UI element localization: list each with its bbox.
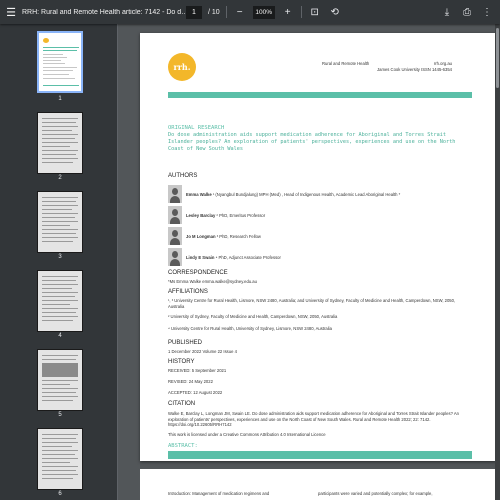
download-icon[interactable]: ⤓ [440,5,454,19]
affiliation-item: ¹, ³ University Centre for Rural Health,… [168,298,456,309]
author-name: Lesley Barclay [186,212,216,218]
author-detail: ¹ (Nyangbul Bundjalung) MPH (Med) , Head… [212,191,401,197]
document-title: RRH: Rural and Remote Health article: 71… [22,8,192,16]
fit-page-icon[interactable]: ⊡ [308,5,322,19]
affiliation-item: ² University of Sydney, Faculty of Medic… [168,314,338,319]
journal-logo: rrh. [168,53,196,81]
journal-header: Rural and Remote Health rrh.org.au James… [322,61,452,73]
thumbnail-page-number: 4 [58,333,62,339]
citation-heading: CITATION [168,401,196,407]
page-thumbnail[interactable] [37,112,83,174]
thumbnail-sidebar: 1 2 3 4 5 6 [0,24,118,500]
author-entry: Jo M Longman ³ PhD, Research Fellow [168,226,261,246]
pdf-toolbar: ☰ RRH: Rural and Remote Health article: … [0,0,500,24]
abstract-heading: ABSTRACT: [168,443,198,449]
rotate-icon[interactable]: ⟲ [328,5,342,19]
published-heading: PUBLISHED [168,340,203,346]
page-thumbnail[interactable] [37,270,83,332]
journal-name: Rural and Remote Health [322,61,370,66]
author-name: Lindy E Swain [186,254,215,260]
author-entry: Lindy E Swain ⁴ PhD, Adjunct Associate P… [168,247,281,267]
correspondence-text: *Ms Emma Walke emma.walke@sydney.edu.au [168,279,257,284]
thumbnail-page-number: 6 [58,491,62,497]
license-text[interactable]: This work is licensed under a Creative C… [168,432,468,438]
print-icon[interactable]: ⎙ [460,5,474,19]
abstract-bar [168,451,472,459]
author-entry: Emma Walke ¹ (Nyangbul Bundjalung) MPH (… [168,184,400,204]
page-thumbnail[interactable] [37,191,83,253]
main-scrollbar-track[interactable] [495,24,500,500]
toolbar-divider [300,6,302,18]
avatar [168,206,182,224]
more-options-icon[interactable]: ⋮ [480,5,494,19]
page2-text-right: participants were varied and potentially… [318,491,433,496]
pdf-page: rrh. Rural and Remote Health rrh.org.au … [140,33,496,461]
sidebar-scrollbar[interactable] [117,24,118,500]
history-heading: HISTORY [168,359,195,365]
page-thumbnail[interactable] [37,31,83,93]
author-detail: ² PhD, Emeritus Professor [216,212,266,218]
thumbnail-page-number: 3 [58,254,62,260]
author-detail: ³ PhD, Research Fellow [216,233,261,239]
published-text: 1 December 2022 Volume 22 Issue 4 [168,349,237,354]
correspondence-heading: CORRESPONDENCE [168,270,228,276]
author-detail: ⁴ PhD, Adjunct Associate Professor [215,254,281,260]
page-number-input[interactable]: 1 [186,5,202,19]
toolbar-divider [225,6,227,18]
thumbnail-page-number: 1 [58,96,62,102]
publisher-issn: James Cook University ISSN 1445-6354 [377,67,452,72]
page-thumbnail[interactable] [37,349,83,411]
avatar [168,227,182,245]
section-original-research: ORIGINAL RESEARCH [168,125,225,131]
thumbnail-page-number: 2 [58,175,62,181]
author-name: Emma Walke [186,191,212,197]
authors-heading: AUTHORS [168,173,198,179]
author-name: Jo M Longman [186,233,216,239]
page-thumbnail[interactable] [37,428,83,490]
page2-text-left: Introduction: Management of medication r… [168,491,270,496]
pdf-page: Introduction: Management of medication r… [140,469,496,500]
zoom-out-button[interactable]: − [233,5,247,19]
history-item: ACCEPTED: 12 August 2022 [168,390,223,395]
author-entry: Lesley Barclay ² PhD, Emeritus Professor [168,205,265,225]
zoom-level-input[interactable]: 100% [252,5,275,19]
history-item: RECEIVED: 5 September 2021 [168,368,227,373]
zoom-in-button[interactable]: + [281,5,295,19]
article-title: Do dose administration aids support medi… [168,132,456,152]
menu-icon[interactable]: ☰ [0,0,22,24]
toolbar-actions: ⤓ ⎙ ⋮ [440,0,494,24]
affiliation-item: ⁴ University Centre for Rural Health, Un… [168,326,332,331]
avatar [168,248,182,266]
affiliations-heading: AFFILIATIONS [168,289,208,295]
section-bar [168,92,472,98]
page-total: / 10 [208,8,220,16]
avatar [168,185,182,203]
toolbar-controls: 1 / 10 − 100% + ⊡ ⟲ [186,0,342,24]
history-item: REVISED: 24 May 2022 [168,379,213,384]
thumbnail-page-number: 5 [58,412,62,418]
citation-text: Walke E, Barclay L, Longman JM, Swain LE… [168,411,459,427]
main-scrollbar-thumb[interactable] [496,28,499,88]
